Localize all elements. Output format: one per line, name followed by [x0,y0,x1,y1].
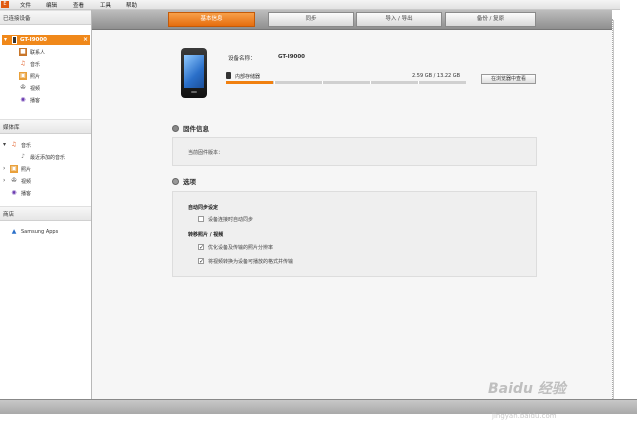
convert-video-label: 将视频转换为设备可播放的格式并传输 [208,259,294,265]
device-name-label: 设备名称： [228,56,256,62]
autosync-option-label: 设备连接时自动同步 [208,217,254,223]
transfer-header: 转移照片 / 视频 [188,232,224,238]
watermark-url: jingyan.baidu.com [492,412,557,420]
bar-segment-divider [274,81,275,84]
menu-file[interactable]: 文件 [20,1,31,9]
samsung-apps-icon: ▲ [11,228,17,235]
autosync-header: 自动同步设定 [188,205,219,211]
tab-sync[interactable]: 同步 [268,12,354,27]
video-icon: ✇ [11,177,17,184]
storage-usage-bar [226,81,466,84]
tab-basic-info[interactable]: 基本信息 [168,12,255,27]
watermark-logo: Baidu 经验 [488,381,566,397]
photo-icon: ▣ [19,72,27,80]
device-screen [184,55,204,88]
phone-icon [12,36,17,44]
device-image [181,48,207,98]
contacts-icon: ■ [19,48,27,56]
options-panel: 自动同步设定 设备连接时自动同步 转移照片 / 视频 ✓ 优化设备及传输的照片分… [172,191,537,277]
photo-icon: ▣ [10,165,18,173]
device-name-value: GT-I9000 [278,54,305,60]
library-item-podcasts[interactable]: ◉ 播客 [10,188,96,198]
podcast-icon: ◉ [11,189,17,196]
close-icon[interactable]: × [83,36,88,43]
menu-bar: E 文件 编辑 查看 工具 帮助 [0,0,620,10]
tab-backup-restore[interactable]: 备份 / 复原 [445,12,536,27]
bar-segment-divider [370,81,371,84]
storage-value: 2.59 GB / 13.22 GB [412,73,461,79]
firmware-version-label: 当前固件版本： [188,150,224,156]
music-icon: ♫ [11,141,17,148]
menu-view[interactable]: 查看 [73,1,84,9]
music-icon: ♫ [20,60,26,67]
view-in-browser-button[interactable]: 在浏览器中查看 [481,74,536,84]
connected-devices-header: 已连接设备 [0,10,91,25]
device-item-gt-i9000[interactable]: ▾ GT-I9000 × [2,35,90,45]
convert-video-checkbox[interactable]: ✓ [198,258,204,265]
device-name-label: GT-I9000 [20,37,47,43]
menu-tools[interactable]: 工具 [100,1,111,9]
optimize-photo-checkbox[interactable]: ✓ [198,244,204,251]
main-area: 基本信息 同步 导入 / 导出 备份 / 复原 设备名称： GT-I9000 内… [92,10,612,399]
menu-edit[interactable]: 编辑 [46,1,57,9]
recent-music-icon: ♪ [21,153,25,160]
video-icon: ✇ [20,84,26,91]
right-scroll-strip [613,20,637,399]
chevron-right-icon[interactable]: › [3,165,5,172]
store-item-samsung-apps[interactable]: ▲ Samsung Apps [10,227,96,237]
menu-help[interactable]: 帮助 [126,1,137,9]
chevron-right-icon[interactable]: › [3,177,5,184]
bar-segment-divider [322,81,323,84]
sidebar: 已连接设备 ▾ GT-I9000 × ■ 联系人 ♫ 音乐 ▣ 照片 ✇ 视频 … [0,10,92,399]
chevron-down-icon[interactable]: ▾ [4,36,7,43]
storage-label: 内部存储器 [235,74,261,80]
store-header: 商店 [0,206,91,221]
autosync-checkbox[interactable] [198,216,204,222]
tab-import-export[interactable]: 导入 / 导出 [356,12,442,27]
optimize-photo-label: 优化设备及传输的照片分辨率 [208,245,274,251]
firmware-info-icon [172,125,179,132]
bar-segment-divider [418,81,419,84]
library-item-photos[interactable]: › ▣ 照片 [3,164,96,174]
content-panel: 设备名称： GT-I9000 内部存储器 2.59 GB / 13.22 GB … [92,30,612,399]
device-home-button [191,91,197,93]
firmware-panel: 当前固件版本： [172,137,537,166]
chevron-down-icon[interactable]: ▾ [3,141,6,148]
library-item-music[interactable]: ▾ ♫ 音乐 [3,140,96,150]
tab-bar: 基本信息 同步 导入 / 导出 备份 / 复原 [92,10,612,30]
media-library-header: 媒体库 [0,119,91,134]
firmware-section-title: 固件信息 [183,125,209,133]
podcast-icon: ◉ [20,96,26,103]
gear-icon [172,178,179,185]
app-logo-icon: E [1,1,9,8]
options-section-title: 选项 [183,178,196,186]
storage-usage-fill [226,81,274,84]
library-item-videos[interactable]: › ✇ 视频 [3,176,96,186]
storage-icon [226,72,231,79]
